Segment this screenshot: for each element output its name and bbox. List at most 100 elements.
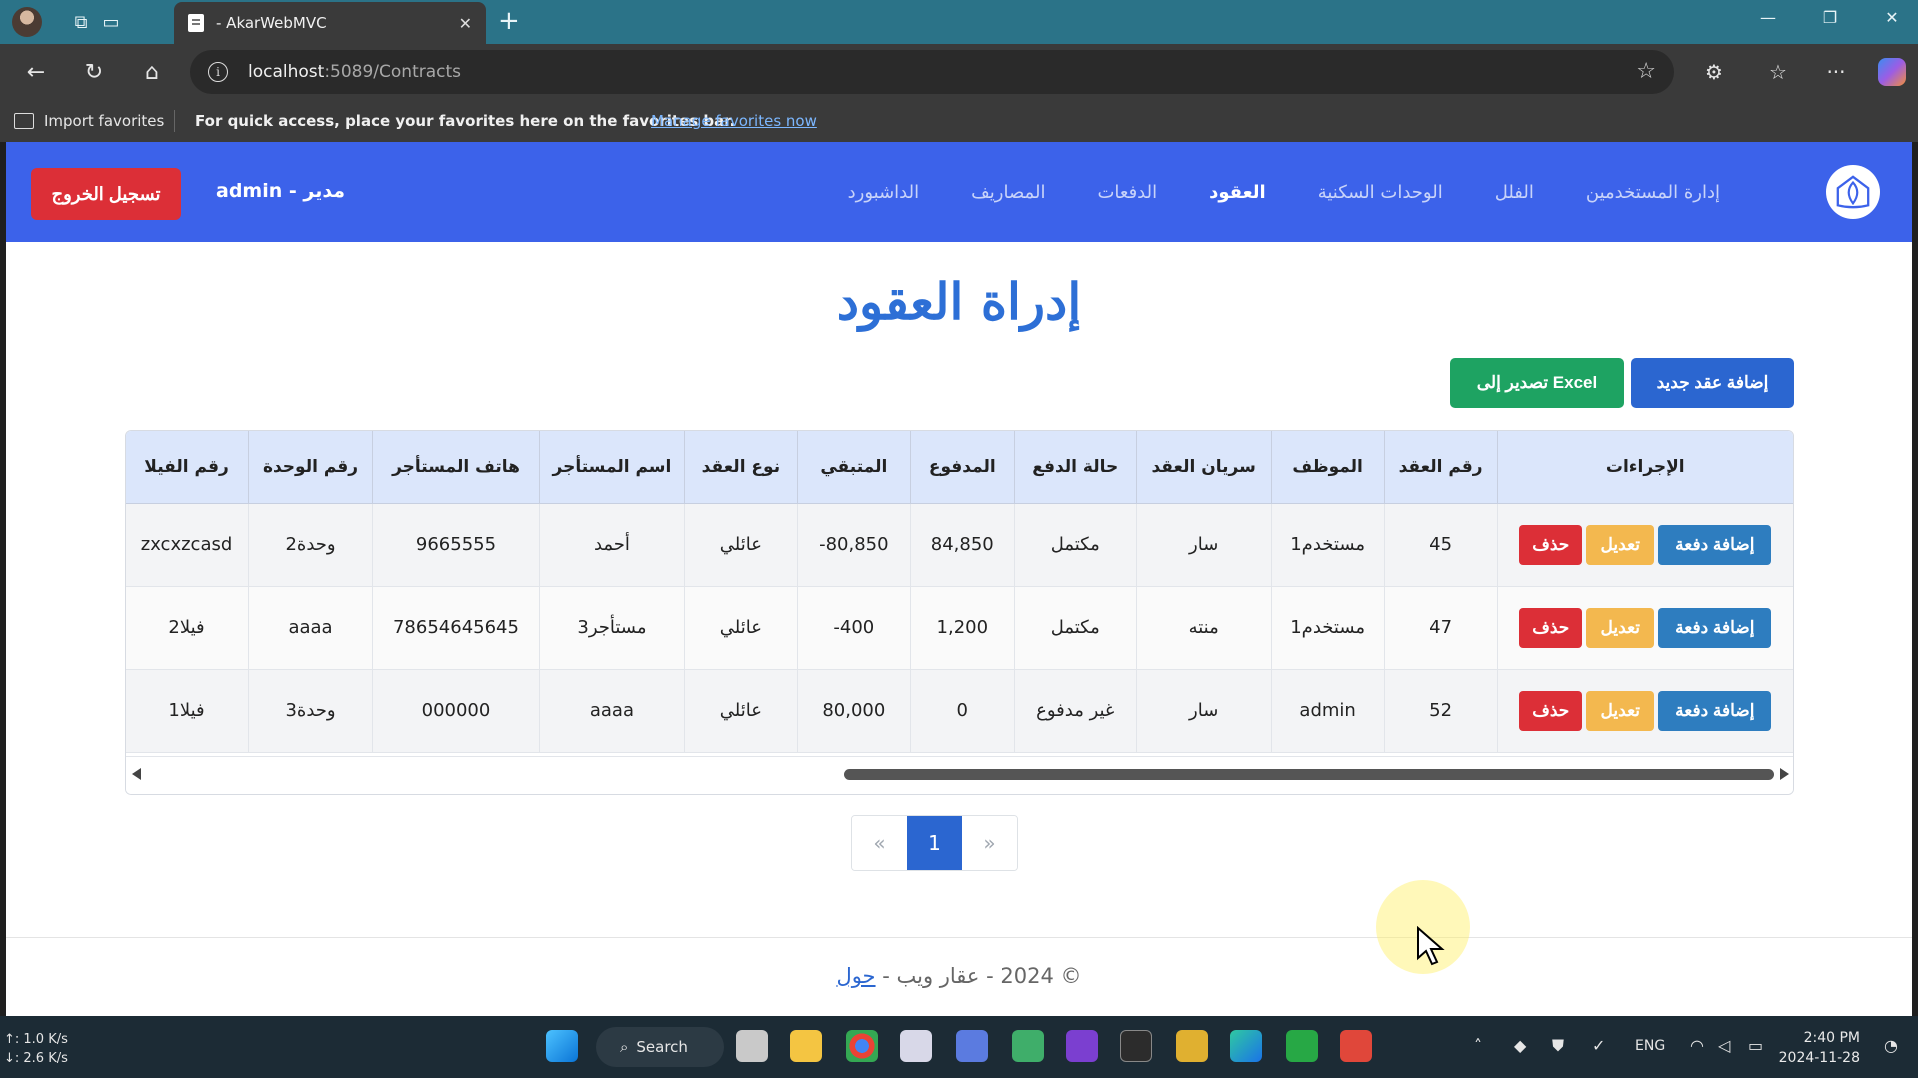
back-icon[interactable]: ← (20, 56, 52, 88)
tab-actions-icon[interactable]: ▭ (96, 8, 126, 36)
export-excel-button[interactable]: تصدير إلى Excel (1450, 358, 1624, 408)
nav-link-payments[interactable]: الدفعات (1071, 182, 1183, 203)
tray-app-icon[interactable]: ◆ (1514, 1036, 1526, 1055)
brand-logo-icon[interactable] (1826, 165, 1880, 219)
window-close-icon[interactable]: ✕ (1872, 8, 1912, 27)
cell-villa-no: فيلا2 (126, 586, 249, 670)
notifications-icon[interactable]: ◔ (1884, 1036, 1898, 1055)
favbar-divider (174, 110, 175, 132)
nav-link-users[interactable]: إدارة المستخدمين (1560, 182, 1746, 203)
recorder-icon[interactable] (1340, 1030, 1372, 1062)
import-icon (14, 113, 34, 129)
visual-studio-icon[interactable] (1066, 1030, 1098, 1062)
new-tab-icon[interactable]: + (498, 7, 520, 35)
pagination-prev[interactable]: « (852, 816, 907, 870)
more-menu-icon[interactable]: ··· (1820, 56, 1852, 88)
home-icon[interactable]: ⌂ (136, 56, 168, 88)
delete-button[interactable]: حذف (1519, 607, 1583, 648)
volume-icon[interactable]: ◁ (1718, 1036, 1730, 1055)
taskbar-clock[interactable]: 2:40 PM 2024-11-28 (1779, 1028, 1860, 1068)
tray-chevron-icon[interactable]: ˄ (1474, 1036, 1482, 1055)
restore-icon[interactable]: ❐ (1810, 8, 1850, 27)
tray-app2-icon[interactable]: ✓ (1592, 1036, 1605, 1055)
app-icon[interactable] (956, 1030, 988, 1062)
page-favicon-icon (188, 14, 204, 32)
cell-unit-no: aaaa (248, 586, 373, 670)
paint-icon[interactable] (1176, 1030, 1208, 1062)
add-contract-button[interactable]: إضافة عقد جديد (1631, 358, 1794, 408)
tab-close-icon[interactable]: ✕ (459, 14, 472, 33)
net-download: ↓: 2.6 K/s (4, 1051, 68, 1066)
extensions-icon[interactable]: ⚙ (1698, 56, 1730, 88)
language-indicator[interactable]: ENG (1635, 1038, 1665, 1054)
cell-contract-type: عائلي (683, 503, 798, 587)
add-payment-button[interactable]: إضافة دفعة (1658, 607, 1772, 648)
cell-paid: 0 (909, 669, 1015, 753)
header-payment-status: حالة الدفع (1013, 431, 1137, 504)
chrome-icon[interactable] (846, 1030, 878, 1062)
nav-link-dashboard[interactable]: الداشبورد (822, 182, 945, 203)
add-payment-button[interactable]: إضافة دفعة (1658, 524, 1772, 565)
contracts-table: الإجراءات رقم العقد الموظف سريان العقد ح… (126, 431, 1793, 753)
current-user-label: admin - مدير (216, 180, 346, 202)
cell-tenant-name: أحمد (538, 503, 685, 587)
nav-link-units[interactable]: الوحدات السكنية (1292, 182, 1469, 203)
copilot-icon[interactable] (1878, 58, 1906, 86)
delete-button[interactable]: حذف (1519, 524, 1583, 565)
edit-button[interactable]: تعديل (1586, 690, 1655, 731)
scroll-left-icon[interactable] (132, 768, 141, 780)
delete-button[interactable]: حذف (1519, 690, 1583, 731)
edge-icon[interactable] (1230, 1030, 1262, 1062)
pagination-next[interactable]: » (962, 816, 1017, 870)
workspaces-icon[interactable]: ⧉ (66, 8, 96, 36)
add-payment-button[interactable]: إضافة دفعة (1658, 690, 1772, 731)
url-input[interactable]: i localhost :5089/Contracts ☆ (190, 50, 1674, 94)
import-favorites-label: Import favorites (44, 112, 165, 130)
cell-paid: 84,850 (909, 503, 1015, 587)
security-icon[interactable]: ⛊ (1552, 1036, 1564, 1056)
pagination-page-current[interactable]: 1 (907, 816, 962, 870)
favorite-star-icon[interactable]: ☆ (1636, 59, 1656, 84)
active-tab[interactable]: - AkarWebMVC ✕ (174, 2, 486, 44)
scroll-right-icon[interactable] (1780, 768, 1789, 780)
task-view-icon[interactable] (736, 1030, 768, 1062)
import-favorites-button[interactable]: Import favorites (14, 112, 164, 130)
cell-remaining: 80,000 (796, 669, 911, 753)
favorites-icon[interactable]: ☆ (1762, 56, 1794, 88)
snipping-tool-icon[interactable] (900, 1030, 932, 1062)
profile-avatar[interactable] (12, 7, 42, 37)
start-icon[interactable] (546, 1030, 578, 1062)
battery-icon[interactable]: ▭ (1748, 1036, 1763, 1055)
scrollbar-thumb[interactable] (844, 769, 1774, 780)
camtasia-icon[interactable] (1286, 1030, 1318, 1062)
horizontal-scrollbar[interactable] (126, 756, 1793, 794)
cell-employee: مستخدم1 (1270, 503, 1385, 587)
cell-contract-no: 47 (1383, 586, 1498, 670)
cell-unit-no: وحدة3 (248, 669, 373, 753)
page-viewport: إدارة المستخدمين الفلل الوحدات السكنية ا… (6, 142, 1912, 1016)
search-label: Search (636, 1038, 688, 1056)
refresh-icon[interactable]: ↻ (78, 56, 110, 88)
edit-button[interactable]: تعديل (1586, 524, 1655, 565)
nav-link-expenses[interactable]: المصاريف (945, 182, 1071, 203)
cell-remaining: -80,850 (796, 503, 911, 587)
address-bar-row: ← ↻ ⌂ i localhost :5089/Contracts ☆ ⚙ ☆ … (0, 44, 1918, 100)
header-employee: الموظف (1270, 431, 1385, 504)
vscode-icon[interactable] (1012, 1030, 1044, 1062)
site-info-icon[interactable]: i (208, 62, 228, 82)
manage-favorites-link[interactable]: Manage favorites now (651, 112, 817, 130)
logout-button[interactable]: تسجيل الخروج (31, 168, 181, 220)
header-paid: المدفوع (909, 431, 1015, 504)
file-explorer-icon[interactable] (790, 1030, 822, 1062)
wifi-icon[interactable]: ◠ (1690, 1036, 1704, 1055)
cell-paid: 1,200 (909, 586, 1015, 670)
cell-contract-type: عائلي (683, 669, 798, 753)
nav-link-villas[interactable]: الفلل (1469, 182, 1560, 203)
taskbar-search[interactable]: ⌕ Search (596, 1027, 724, 1067)
terminal-icon[interactable] (1120, 1030, 1152, 1062)
nav-link-contracts[interactable]: العقود (1183, 182, 1292, 203)
edit-button[interactable]: تعديل (1586, 607, 1655, 648)
header-validity: سريان العقد (1135, 431, 1272, 504)
minimize-icon[interactable]: — (1748, 8, 1788, 27)
footer-about-link[interactable]: حول (836, 964, 875, 988)
